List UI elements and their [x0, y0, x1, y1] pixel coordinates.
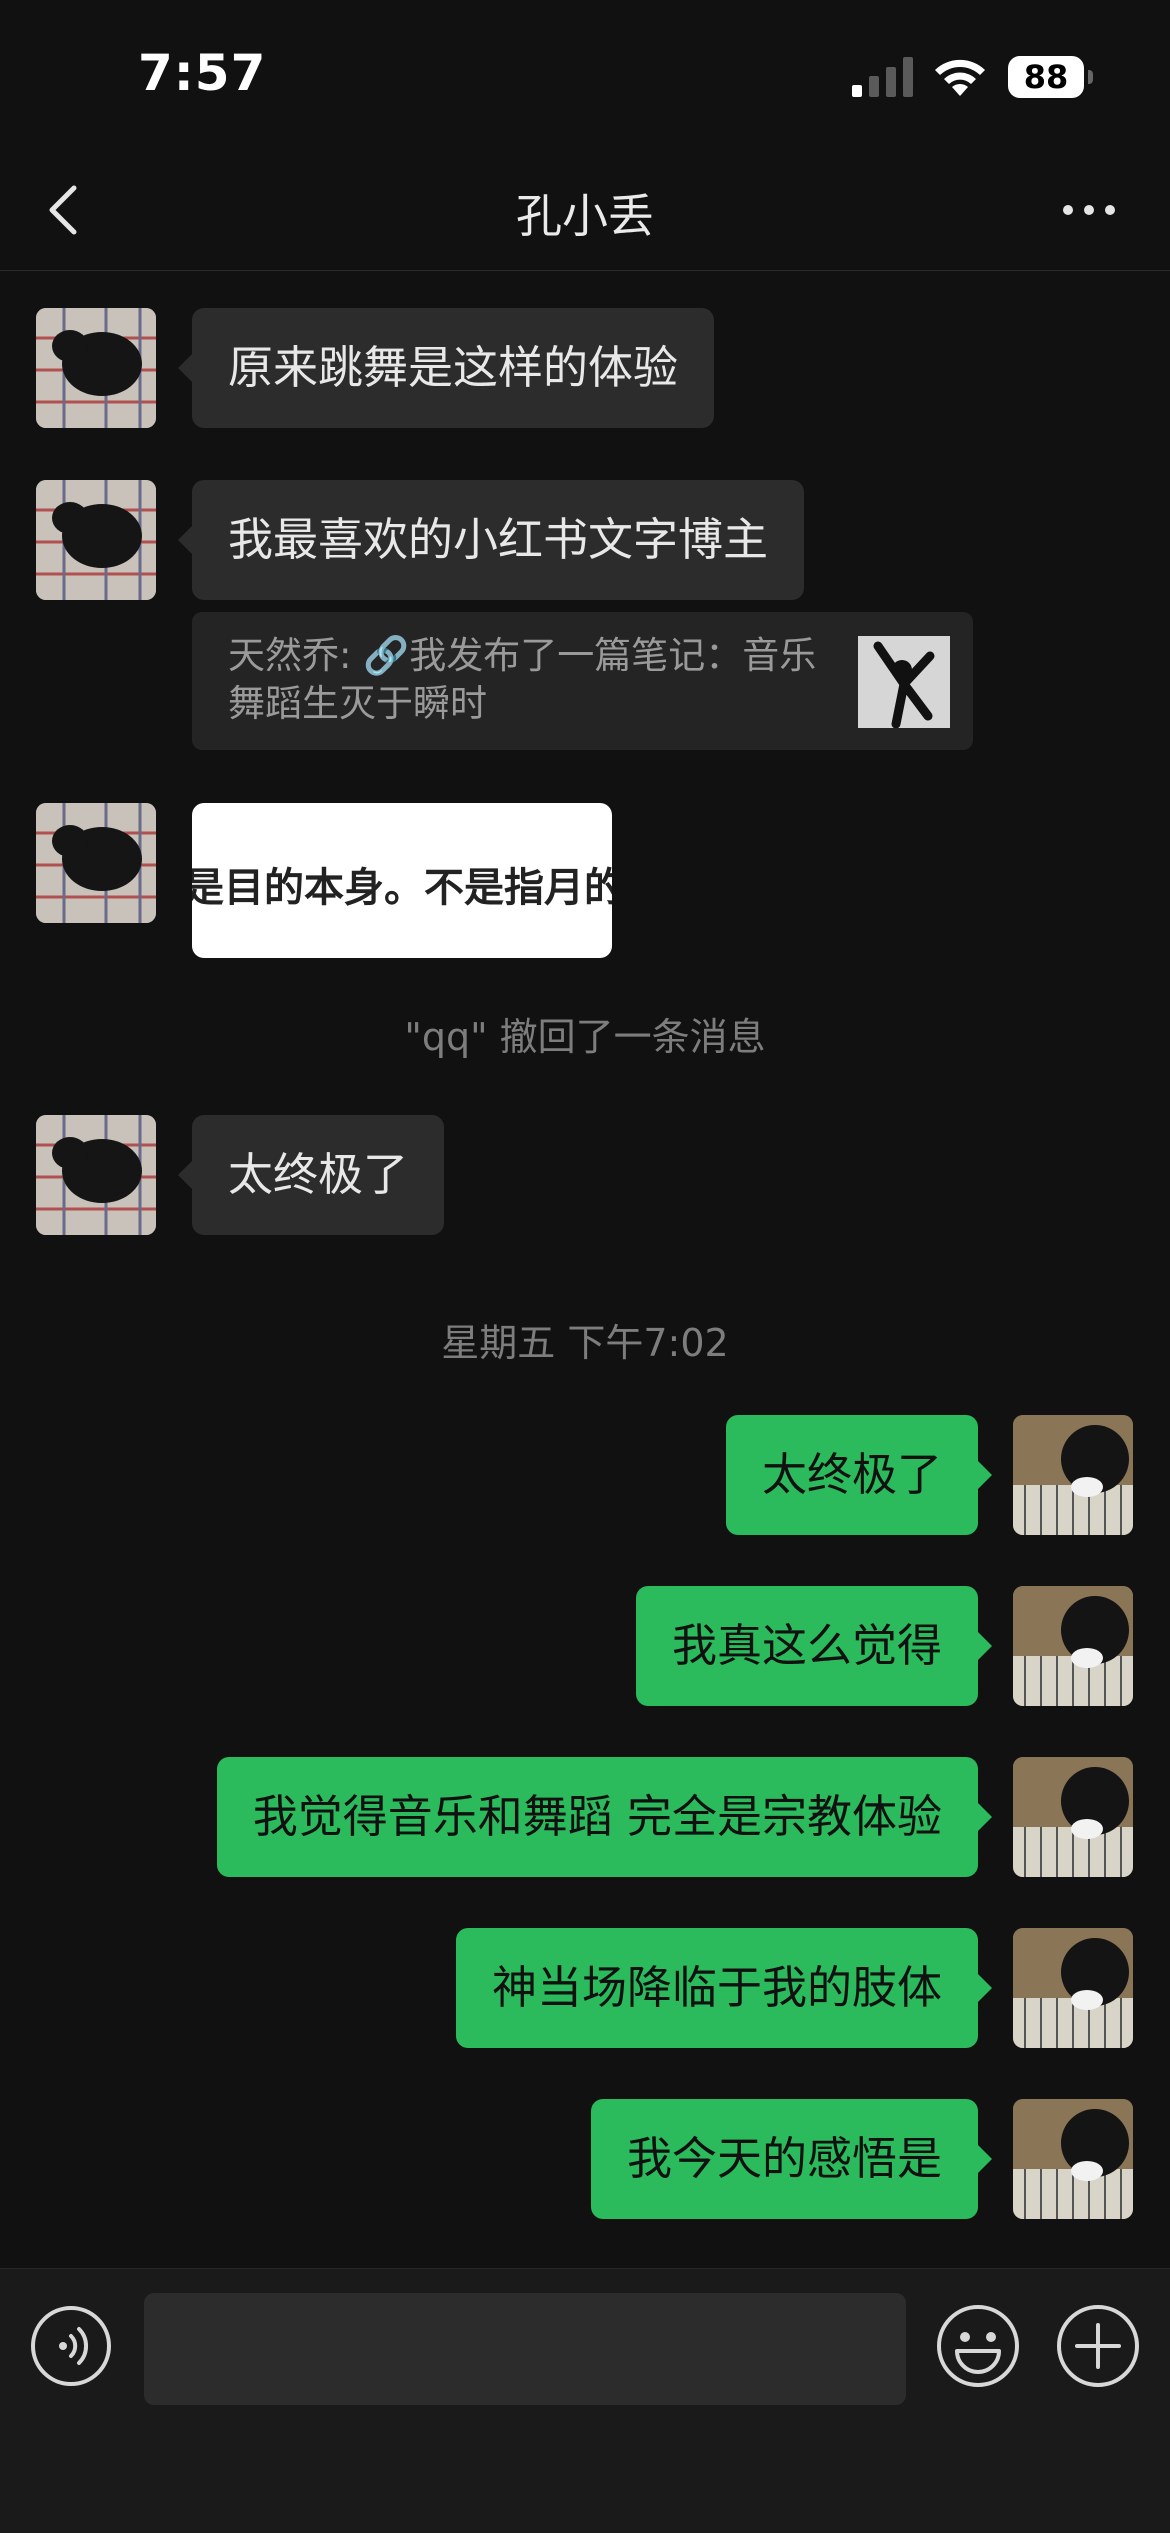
black-cat-avatar-icon [36, 803, 156, 923]
voice-input-icon[interactable] [30, 2305, 112, 2387]
cat-piano-avatar-icon [1013, 1757, 1133, 1877]
dancer-photo-icon [858, 636, 950, 728]
battery-level: 88 [1023, 58, 1069, 96]
outgoing-message-bubble[interactable]: 我今天的感悟是 [590, 2099, 993, 2219]
battery-indicator: 88 [1008, 56, 1093, 98]
battery-cap [1088, 70, 1093, 84]
status-bar: 7:57 88 [0, 0, 1170, 150]
image-message-text: 是目的本身。不是指月的 [192, 865, 612, 911]
contact-avatar[interactable] [36, 308, 156, 428]
wifi-icon [935, 59, 985, 96]
my-avatar[interactable] [1013, 1757, 1133, 1877]
signal-icon [852, 57, 913, 97]
outgoing-message-bubble[interactable]: 太终极了 [725, 1415, 993, 1535]
incoming-message-bubble[interactable]: 原来跳舞是这样的体验 [177, 308, 715, 428]
contact-avatar[interactable] [36, 803, 156, 923]
status-time: 7:57 [138, 44, 267, 102]
message-timestamp: 星期五 下午7:02 [441, 1321, 729, 1365]
cat-piano-avatar-icon [1013, 2099, 1133, 2219]
my-avatar[interactable] [1013, 1928, 1133, 2048]
more-actions-plus-icon[interactable] [1055, 2303, 1141, 2389]
black-cat-avatar-icon [36, 308, 156, 428]
cat-piano-avatar-icon [1013, 1586, 1133, 1706]
outgoing-message-bubble[interactable]: 我真这么觉得 [635, 1586, 993, 1706]
input-bar [0, 2268, 1170, 2533]
outgoing-message-bubble[interactable]: 神当场降临于我的肢体 [455, 1928, 993, 2048]
incoming-message-bubble[interactable]: 我最喜欢的小红书文字博主 [177, 480, 805, 600]
black-cat-avatar-icon [36, 1115, 156, 1235]
more-options-icon[interactable] [1060, 190, 1118, 230]
quoted-message[interactable]: 天然乔: 🔗我发布了一篇笔记：音乐 舞蹈生灭于瞬时 [192, 612, 973, 750]
image-message[interactable]: 是目的本身。不是指月的 [192, 803, 612, 958]
black-cat-avatar-icon [36, 480, 156, 600]
chat-header: 孔小丢 [0, 150, 1170, 271]
quoted-thumbnail[interactable] [858, 636, 950, 728]
my-avatar[interactable] [1013, 2099, 1133, 2219]
recall-notice: "qq" 撤回了一条消息 [404, 1015, 766, 1059]
cat-piano-avatar-icon [1013, 1415, 1133, 1535]
emoji-icon[interactable] [935, 2303, 1021, 2389]
incoming-message-bubble[interactable]: 太终极了 [177, 1115, 445, 1235]
my-avatar[interactable] [1013, 1586, 1133, 1706]
my-avatar[interactable] [1013, 1415, 1133, 1535]
cat-piano-avatar-icon [1013, 1928, 1133, 2048]
outgoing-message-bubble[interactable]: 我觉得音乐和舞蹈 完全是宗教体验 [216, 1757, 993, 1877]
message-input[interactable] [144, 2293, 906, 2405]
contact-avatar[interactable] [36, 480, 156, 600]
contact-avatar[interactable] [36, 1115, 156, 1235]
quoted-message-text: 天然乔: 🔗我发布了一篇笔记：音乐 舞蹈生灭于瞬时 [228, 634, 817, 725]
chat-title: 孔小丢 [516, 189, 654, 243]
